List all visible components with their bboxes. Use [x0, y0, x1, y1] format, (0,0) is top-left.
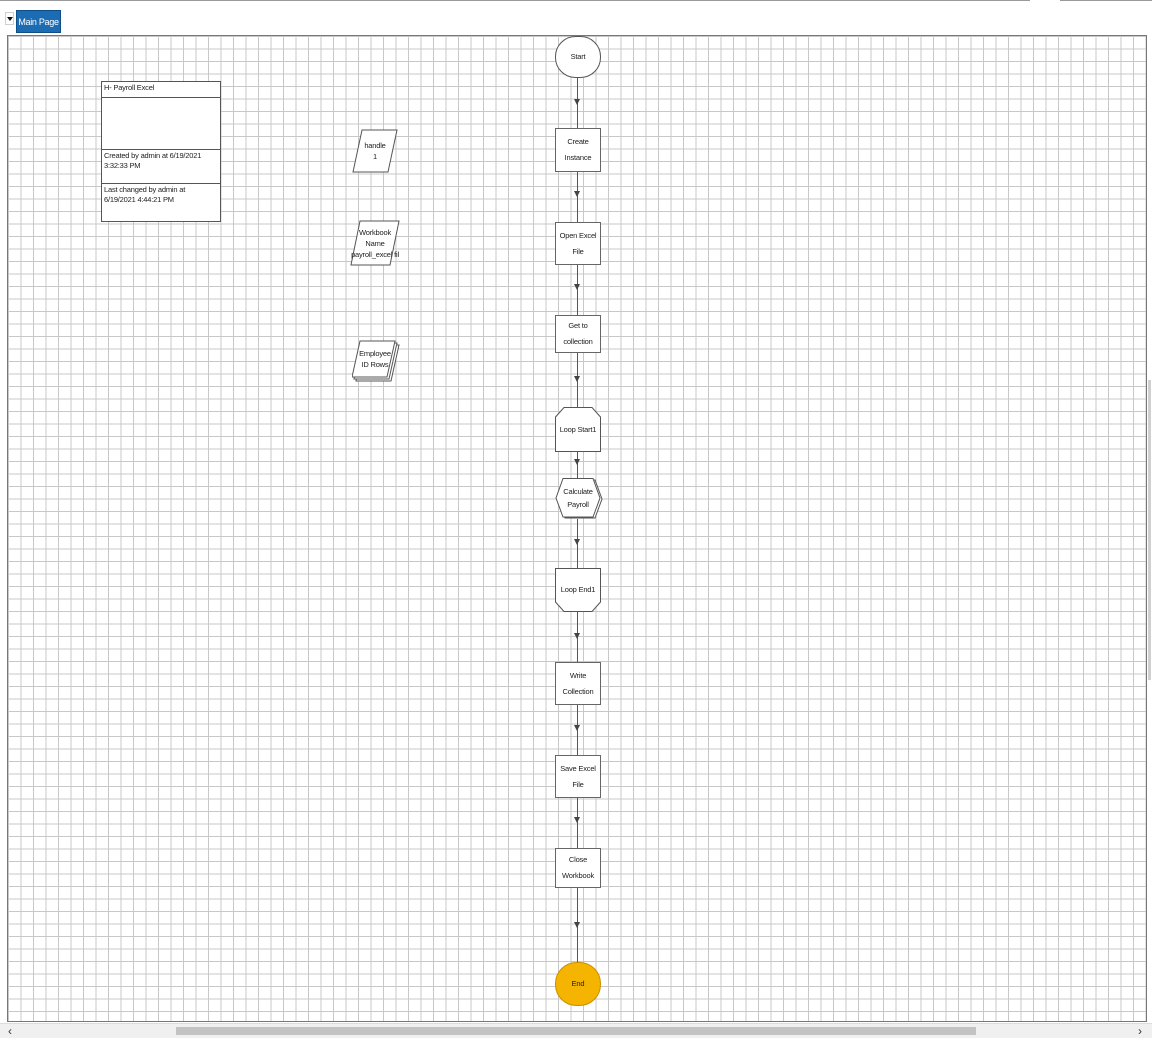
- info-changed: Last changed by admin at 6/19/2021 4:44:…: [104, 185, 186, 204]
- data-item-label: handle 1: [364, 141, 386, 161]
- scroll-right-icon[interactable]: ›: [1138, 1024, 1142, 1038]
- tab-dropdown-button[interactable]: [5, 12, 14, 25]
- stage-label: Close Workbook: [561, 855, 595, 880]
- process-canvas[interactable]: H- Payroll Excel Created by admin at 6/1…: [7, 35, 1147, 1022]
- stage-label: Open Excel File: [559, 230, 597, 256]
- stage-label: Get to collection: [563, 321, 593, 346]
- flow-arrow: [574, 539, 580, 545]
- flow-arrow: [574, 284, 580, 290]
- action-get-to-collection[interactable]: Get to collection: [555, 315, 601, 353]
- flow-arrow: [574, 459, 580, 465]
- action-open-excel-file[interactable]: Open Excel File: [555, 222, 601, 265]
- loop-end-stage[interactable]: Loop End1: [555, 568, 601, 612]
- connector: [577, 265, 578, 315]
- process-info-box[interactable]: H- Payroll Excel Created by admin at 6/1…: [101, 81, 221, 222]
- tab-main-page[interactable]: Main Page: [16, 10, 61, 33]
- scrollbar-thumb[interactable]: [176, 1027, 976, 1035]
- stage-label: Loop Start1: [559, 424, 597, 434]
- connector: [577, 172, 578, 222]
- info-title: H- Payroll Excel: [102, 82, 220, 98]
- info-created: Created by admin at 6/19/2021 3:32:33 PM: [102, 150, 220, 184]
- stage-label: Calculate Payroll: [563, 487, 593, 509]
- connector: [577, 798, 578, 848]
- stage-label: Create Instance: [564, 137, 592, 162]
- flow-arrow: [574, 191, 580, 197]
- flow-arrow: [574, 99, 580, 105]
- action-close-workbook[interactable]: Close Workbook: [555, 848, 601, 888]
- stage-label: Start: [570, 52, 586, 61]
- end-stage[interactable]: End: [555, 962, 601, 1006]
- start-stage[interactable]: Start: [555, 36, 601, 78]
- vertical-scrollbar[interactable]: [1148, 380, 1151, 680]
- stage-label: Loop End1: [560, 585, 596, 594]
- data-item-workbook-name[interactable]: Workbook Name payroll_excel fil: [350, 220, 400, 266]
- stage-label: Write Collection: [562, 670, 594, 696]
- loop-start-stage[interactable]: Loop Start1: [555, 407, 601, 452]
- calc-calculate-payroll[interactable]: Calculate Payroll: [555, 478, 603, 519]
- flow-arrow: [574, 817, 580, 823]
- data-item-handle[interactable]: handle 1: [352, 129, 398, 173]
- top-divider: [0, 0, 1030, 1]
- dropdown-arrow-icon: [6, 16, 13, 21]
- flow-arrow: [574, 922, 580, 928]
- stage-label: End: [571, 979, 585, 988]
- collection-label: Employee ID Rows: [359, 349, 391, 369]
- data-item-label: Workbook Name payroll_excel fil: [351, 227, 399, 259]
- flow-arrow: [574, 725, 580, 731]
- horizontal-scrollbar[interactable]: ‹ ›: [0, 1023, 1152, 1038]
- action-create-instance[interactable]: Create Instance: [555, 128, 601, 172]
- connector: [577, 452, 578, 478]
- action-write-collection[interactable]: Write Collection: [555, 662, 601, 705]
- top-divider-right: [1060, 0, 1152, 1]
- page-tabs-bar: Main Page: [0, 0, 1152, 34]
- info-description: [102, 98, 220, 150]
- stage-label: Save Excel File: [560, 763, 596, 789]
- collection-employee-id-rows[interactable]: Employee ID Rows: [352, 340, 400, 382]
- flow-arrow: [574, 633, 580, 639]
- flow-arrow: [574, 376, 580, 382]
- action-save-excel-file[interactable]: Save Excel File: [555, 755, 601, 798]
- scroll-left-icon[interactable]: ‹: [8, 1024, 12, 1038]
